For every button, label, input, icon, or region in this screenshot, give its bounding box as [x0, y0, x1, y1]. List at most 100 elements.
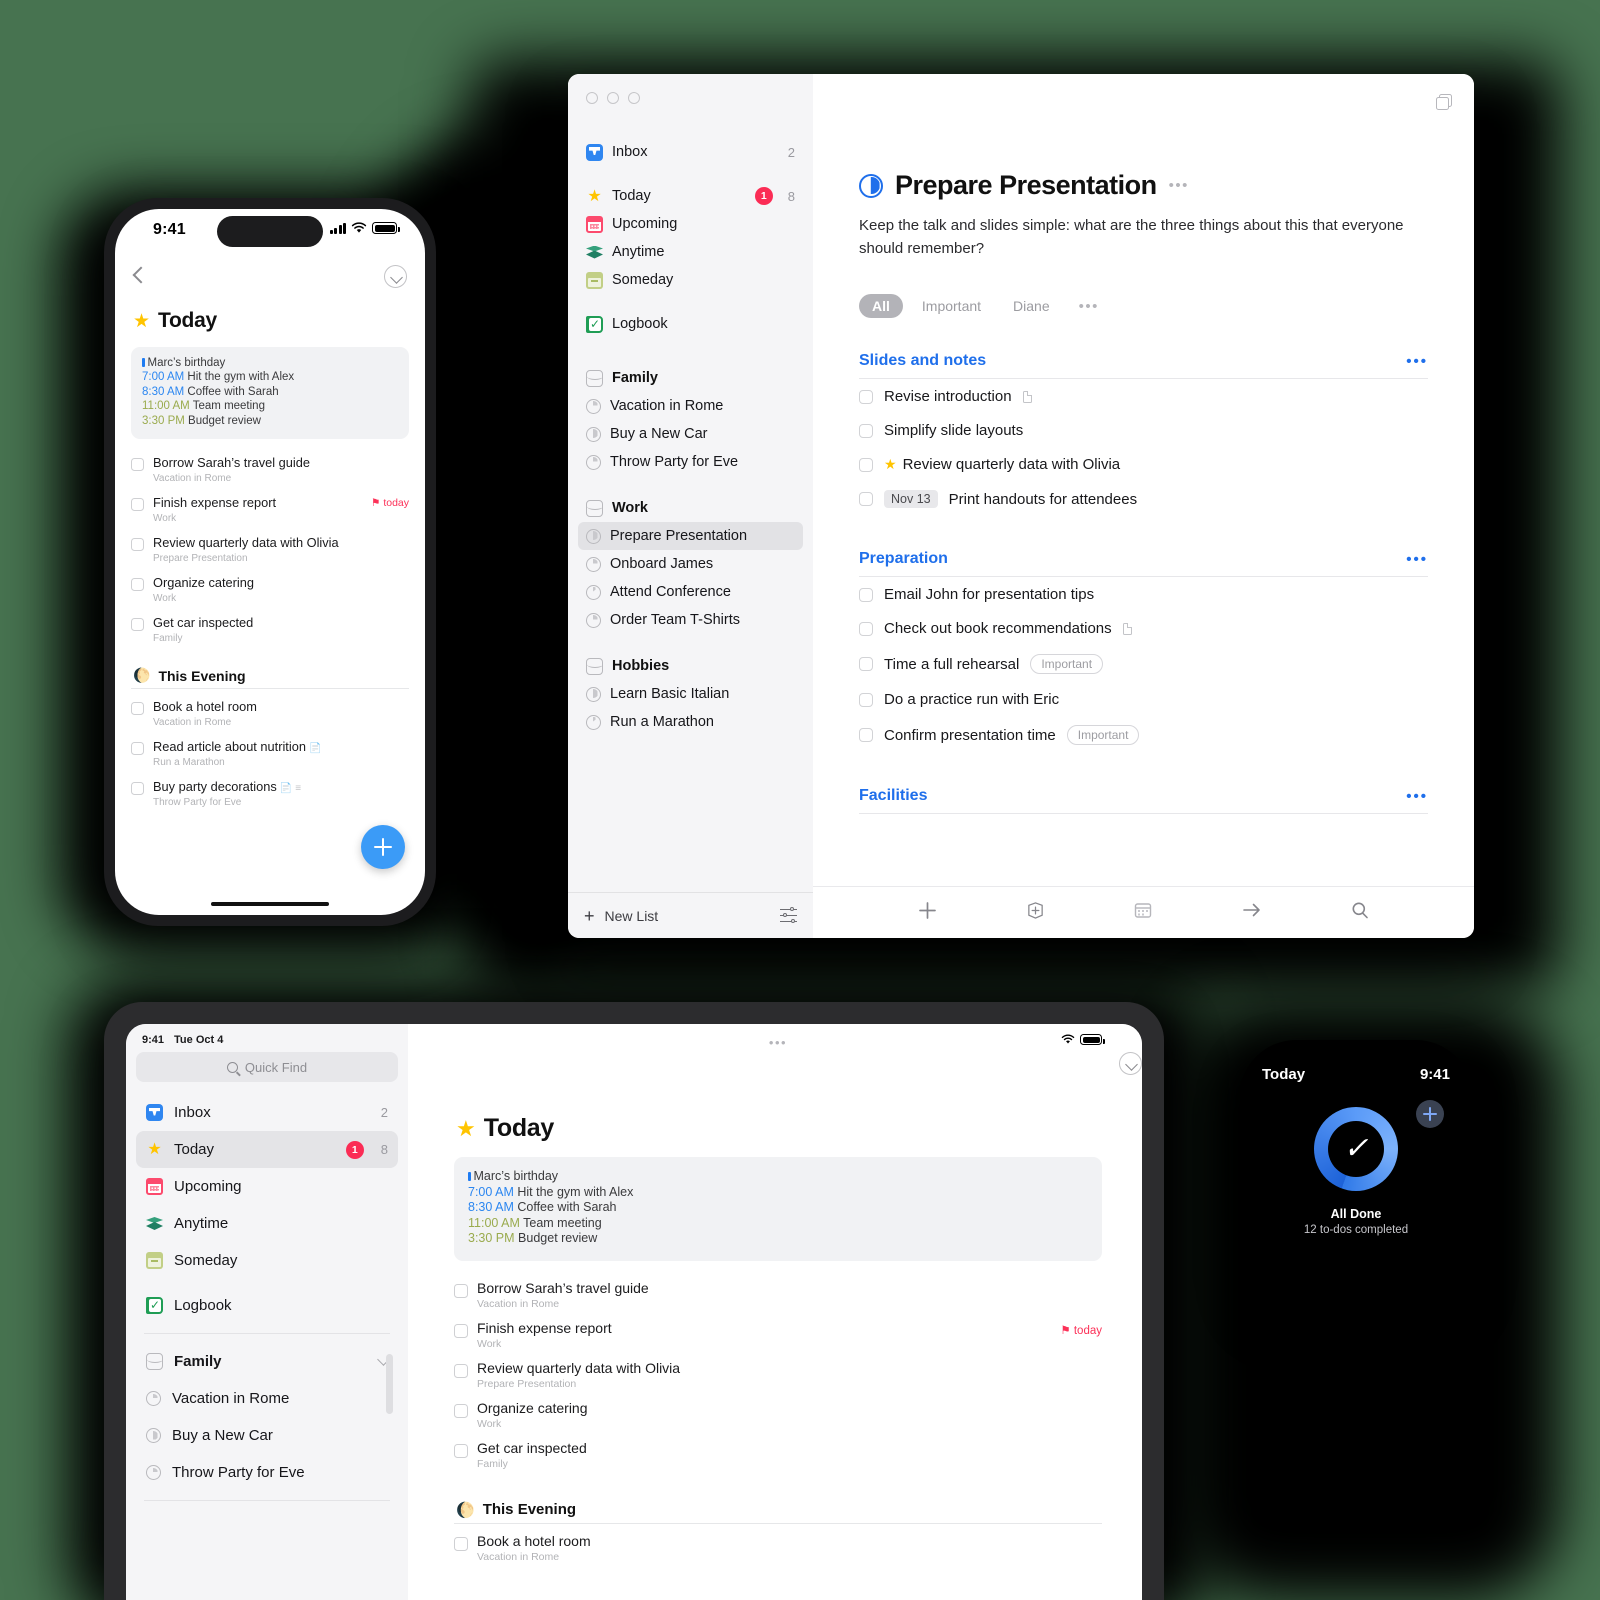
- sidebar-project-onboard-james[interactable]: Onboard James: [578, 550, 803, 578]
- calendar-card[interactable]: Marc’s birthday 7:00 AM Hit the gym with…: [454, 1157, 1102, 1261]
- table-row[interactable]: ★ Review quarterly data with Olivia: [859, 447, 1428, 481]
- table-row[interactable]: Do a practice run with Eric: [859, 682, 1428, 716]
- filter-more-icon[interactable]: •••: [1079, 299, 1099, 314]
- sliders-icon[interactable]: [780, 907, 797, 924]
- checkbox[interactable]: [454, 1403, 468, 1418]
- sidebar-group-family[interactable]: Family: [578, 364, 803, 392]
- chevron-down-circle-icon[interactable]: [384, 264, 407, 288]
- list-item[interactable]: Book a hotel room Vacation in Rome: [131, 693, 409, 733]
- minimize-button[interactable]: [607, 92, 619, 104]
- checkbox[interactable]: [454, 1536, 468, 1551]
- sidebar-group-family[interactable]: Family: [136, 1343, 398, 1380]
- new-list-button[interactable]: New List: [605, 908, 659, 924]
- sidebar-project-buy-a-new-car[interactable]: Buy a New Car: [578, 420, 803, 448]
- sidebar-group-work[interactable]: Work: [578, 494, 803, 522]
- checkbox[interactable]: [131, 618, 144, 632]
- sidebar-item-upcoming[interactable]: Upcoming: [578, 210, 803, 238]
- list-item[interactable]: Get car inspected Family: [131, 609, 409, 649]
- table-row[interactable]: Revise introduction: [859, 379, 1428, 413]
- chevron-left-icon[interactable]: [133, 266, 144, 286]
- checkbox[interactable]: [859, 657, 873, 671]
- filter-chip-diane[interactable]: Diane: [1000, 294, 1063, 318]
- list-item[interactable]: Get car inspected Family: [454, 1435, 1102, 1475]
- add-todo-button[interactable]: [361, 825, 405, 869]
- checkbox[interactable]: [131, 578, 144, 592]
- checkbox[interactable]: [131, 538, 144, 552]
- move-arrow-icon[interactable]: [1242, 901, 1262, 924]
- sidebar-project-run-a-marathon[interactable]: Run a Marathon: [578, 708, 803, 736]
- project-note[interactable]: Keep the talk and slides simple: what ar…: [859, 214, 1419, 260]
- sidebar-item-inbox[interactable]: Inbox 2: [136, 1094, 398, 1131]
- checkbox[interactable]: [859, 423, 873, 438]
- new-heading-icon[interactable]: [1026, 901, 1045, 925]
- filter-chip-important[interactable]: Important: [909, 294, 994, 318]
- table-row[interactable]: Simplify slide layouts: [859, 413, 1428, 447]
- checkbox[interactable]: [859, 587, 873, 602]
- sidebar-project-vacation-in-rome[interactable]: Vacation in Rome: [578, 392, 803, 420]
- sidebar-group-hobbies[interactable]: Hobbies: [578, 652, 803, 680]
- checkbox[interactable]: [454, 1323, 468, 1338]
- zoom-button[interactable]: [628, 92, 640, 104]
- section-more-icon[interactable]: •••: [1406, 353, 1428, 370]
- section-more-icon[interactable]: •••: [1406, 551, 1428, 568]
- sidebar-item-someday[interactable]: Someday: [578, 266, 803, 294]
- chevron-down-circle-icon[interactable]: [1119, 1052, 1142, 1075]
- window-traffic-lights[interactable]: [568, 74, 813, 104]
- sidebar-project-throw-party-for-eve[interactable]: Throw Party for Eve: [578, 448, 803, 476]
- scrollbar[interactable]: [386, 1354, 393, 1414]
- list-item[interactable]: Finish expense report Work ⚑ today: [131, 489, 409, 529]
- list-item[interactable]: Organize catering Work: [131, 569, 409, 609]
- sidebar-item-logbook[interactable]: Logbook: [578, 310, 803, 338]
- list-item[interactable]: Organize catering Work: [454, 1395, 1102, 1435]
- sidebar-item-upcoming[interactable]: Upcoming: [136, 1168, 398, 1205]
- checkbox[interactable]: [454, 1363, 468, 1378]
- sidebar-item-today[interactable]: ★ Today 1 8: [136, 1131, 398, 1168]
- checkbox[interactable]: [859, 457, 873, 472]
- sidebar-project-attend-conference[interactable]: Attend Conference: [578, 578, 803, 606]
- checkbox[interactable]: [859, 492, 873, 506]
- sidebar-item-today[interactable]: ★ Today 1 8: [578, 182, 803, 210]
- checkbox[interactable]: [454, 1443, 468, 1458]
- table-row[interactable]: Check out book recommendations: [859, 611, 1428, 645]
- checkbox[interactable]: [131, 742, 144, 756]
- sidebar-item-someday[interactable]: Someday: [136, 1242, 398, 1279]
- checkbox[interactable]: [859, 389, 873, 404]
- checkbox[interactable]: [131, 458, 144, 472]
- ellipsis-icon[interactable]: •••: [1169, 178, 1189, 193]
- list-item[interactable]: Borrow Sarah’s travel guide Vacation in …: [454, 1275, 1102, 1315]
- checkbox[interactable]: [454, 1283, 468, 1298]
- sidebar-project-vacation-in-rome[interactable]: Vacation in Rome: [136, 1380, 398, 1417]
- search-icon[interactable]: [1351, 901, 1369, 924]
- close-button[interactable]: [586, 92, 598, 104]
- sidebar-project-learn-basic-italian[interactable]: Learn Basic Italian: [578, 680, 803, 708]
- section-more-icon[interactable]: •••: [1406, 788, 1428, 805]
- table-row[interactable]: Time a full rehearsal Important: [859, 645, 1428, 682]
- checkbox[interactable]: [859, 692, 873, 707]
- list-item[interactable]: Borrow Sarah’s travel guide Vacation in …: [131, 449, 409, 489]
- checkbox[interactable]: [131, 498, 144, 512]
- search-input[interactable]: Quick Find: [136, 1052, 398, 1082]
- filter-chip-all[interactable]: All: [859, 294, 903, 318]
- list-item[interactable]: Book a hotel room Vacation in Rome: [454, 1528, 1102, 1568]
- sidebar-project-throw-party-for-eve[interactable]: Throw Party for Eve: [136, 1454, 398, 1491]
- ellipsis-icon[interactable]: •••: [769, 1036, 787, 1049]
- add-todo-button[interactable]: [1416, 1100, 1444, 1128]
- list-item[interactable]: Read article about nutrition 📄 Run a Mara…: [131, 733, 409, 773]
- sidebar-item-anytime[interactable]: Anytime: [136, 1205, 398, 1242]
- plus-icon[interactable]: [918, 901, 937, 925]
- sidebar-item-anytime[interactable]: Anytime: [578, 238, 803, 266]
- list-item[interactable]: Buy party decorations 📄 ≡ Throw Party for …: [131, 773, 409, 813]
- checkbox[interactable]: [131, 702, 144, 716]
- list-item[interactable]: Review quarterly data with Olivia Prepar…: [131, 529, 409, 569]
- plus-icon[interactable]: +: [584, 907, 595, 925]
- sidebar-project-buy-a-new-car[interactable]: Buy a New Car: [136, 1417, 398, 1454]
- sidebar-project-order-team-t-shirts[interactable]: Order Team T-Shirts: [578, 606, 803, 634]
- checkbox[interactable]: [859, 728, 873, 742]
- table-row[interactable]: Confirm presentation time Important: [859, 716, 1428, 753]
- duplicate-windows-icon[interactable]: [1436, 94, 1452, 110]
- checkbox[interactable]: [131, 782, 144, 796]
- calendar-icon[interactable]: [1134, 901, 1152, 924]
- checkbox[interactable]: [859, 621, 873, 636]
- table-row[interactable]: Nov 13 Print handouts for attendees: [859, 481, 1428, 516]
- sidebar-item-logbook[interactable]: Logbook: [136, 1287, 398, 1324]
